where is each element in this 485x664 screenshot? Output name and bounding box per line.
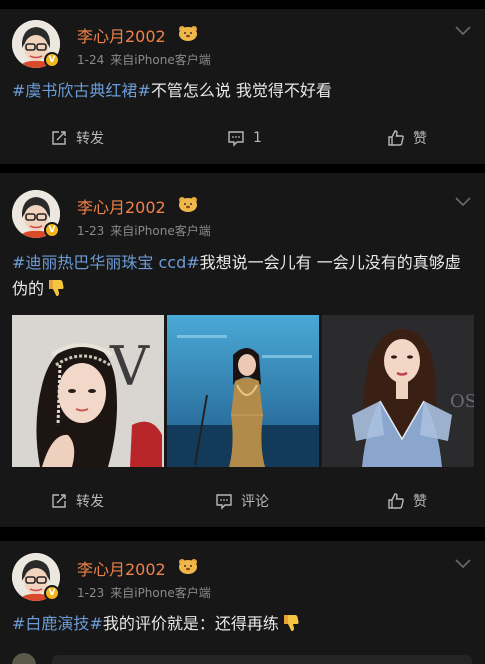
commenter-avatar[interactable] bbox=[12, 653, 36, 664]
like-button[interactable]: 赞 bbox=[387, 124, 427, 152]
bear-medal-icon bbox=[179, 26, 197, 41]
comment-button[interactable]: 1 bbox=[227, 124, 262, 152]
image-headpiece-portrait[interactable]: V bbox=[12, 315, 164, 467]
username[interactable]: 李心月2002 bbox=[77, 23, 166, 47]
post-meta: 1-23 来自iPhone客户端 bbox=[77, 584, 211, 601]
chevron-down-icon[interactable] bbox=[455, 559, 471, 569]
verified-badge: V bbox=[44, 52, 60, 68]
chevron-down-icon[interactable] bbox=[455, 197, 471, 207]
post-meta: 1-24 来自iPhone客户端 bbox=[77, 51, 211, 68]
repost-icon bbox=[52, 494, 66, 508]
post-text: #虞书欣古典红裙#不管怎么说 我觉得不好看 bbox=[12, 78, 474, 104]
repost-label: 转发 bbox=[76, 131, 104, 147]
action-bar: 转发 评论 赞 bbox=[0, 487, 485, 515]
post-meta: 1-23 来自iPhone客户端 bbox=[77, 222, 211, 239]
svg-text:OS: OS bbox=[450, 391, 474, 412]
comment-button[interactable]: 评论 bbox=[215, 487, 269, 515]
feed-separator bbox=[0, 527, 485, 541]
thumbs-down-emoji bbox=[283, 615, 299, 631]
feed-separator bbox=[0, 0, 485, 9]
thumbs-down-emoji bbox=[49, 280, 64, 296]
thumbs-up-icon bbox=[388, 493, 404, 509]
username[interactable]: 李心月2002 bbox=[77, 194, 166, 218]
comment-count: 1 bbox=[253, 130, 262, 146]
comment-icon bbox=[216, 494, 232, 510]
comment-preview-box[interactable] bbox=[52, 655, 472, 664]
repost-button[interactable]: 转发 bbox=[50, 124, 104, 152]
post-source: 来自iPhone客户端 bbox=[110, 586, 211, 600]
action-bar: 转发 1 赞 bbox=[0, 124, 485, 152]
post-card[interactable]: V 李心月2002 1-23 来自iPhone客户端 #迪丽热巴华丽珠宝 ccd#… bbox=[0, 173, 485, 527]
thumbs-up-icon bbox=[388, 130, 404, 146]
chevron-down-icon[interactable] bbox=[455, 26, 471, 36]
post-source: 来自iPhone客户端 bbox=[110, 53, 211, 67]
bear-medal-icon bbox=[179, 559, 197, 574]
feed-separator bbox=[0, 164, 485, 173]
post-body: 不管怎么说 我觉得不好看 bbox=[150, 81, 332, 100]
verified-badge: V bbox=[44, 585, 60, 601]
image-stage-gold-dress[interactable] bbox=[167, 315, 319, 467]
post-source: 来自iPhone客户端 bbox=[110, 224, 211, 238]
post-text: #迪丽热巴华丽珠宝 ccd#我想说一会儿有 一会儿没有的真够虚伪的 bbox=[12, 250, 474, 302]
hashtag-link[interactable]: #虞书欣古典红裙# bbox=[12, 81, 151, 100]
post-date: 1-23 bbox=[77, 224, 105, 238]
hashtag-link[interactable]: #迪丽热巴华丽珠宝 ccd# bbox=[12, 253, 200, 272]
image-blue-sequin-gown[interactable]: OS bbox=[322, 315, 474, 467]
post-text: #白鹿演技#我的评价就是：还得再练 bbox=[12, 611, 474, 637]
post-card[interactable]: V 李心月2002 1-23 来自iPhone客户端 #白鹿演技#我的评价就是：还… bbox=[0, 541, 485, 664]
post-date: 1-24 bbox=[77, 53, 105, 67]
comment-label: 评论 bbox=[241, 494, 269, 510]
repost-button[interactable]: 转发 bbox=[50, 487, 104, 515]
comment-icon bbox=[228, 131, 244, 147]
image-grid: V OS bbox=[12, 315, 474, 467]
like-label: 赞 bbox=[413, 494, 427, 510]
repost-label: 转发 bbox=[76, 494, 104, 510]
like-label: 赞 bbox=[413, 131, 427, 147]
like-button[interactable]: 赞 bbox=[387, 487, 427, 515]
bear-medal-icon bbox=[179, 197, 197, 212]
post-card[interactable]: V 李心月2002 1-24 来自iPhone客户端 #虞书欣古典红裙#不管怎么说… bbox=[0, 9, 485, 164]
username[interactable]: 李心月2002 bbox=[77, 556, 166, 580]
post-date: 1-23 bbox=[77, 586, 105, 600]
repost-icon bbox=[52, 131, 66, 145]
verified-badge: V bbox=[44, 222, 60, 238]
post-body: 我的评价就是：还得再练 bbox=[102, 614, 279, 633]
hashtag-link[interactable]: #白鹿演技# bbox=[12, 614, 103, 633]
